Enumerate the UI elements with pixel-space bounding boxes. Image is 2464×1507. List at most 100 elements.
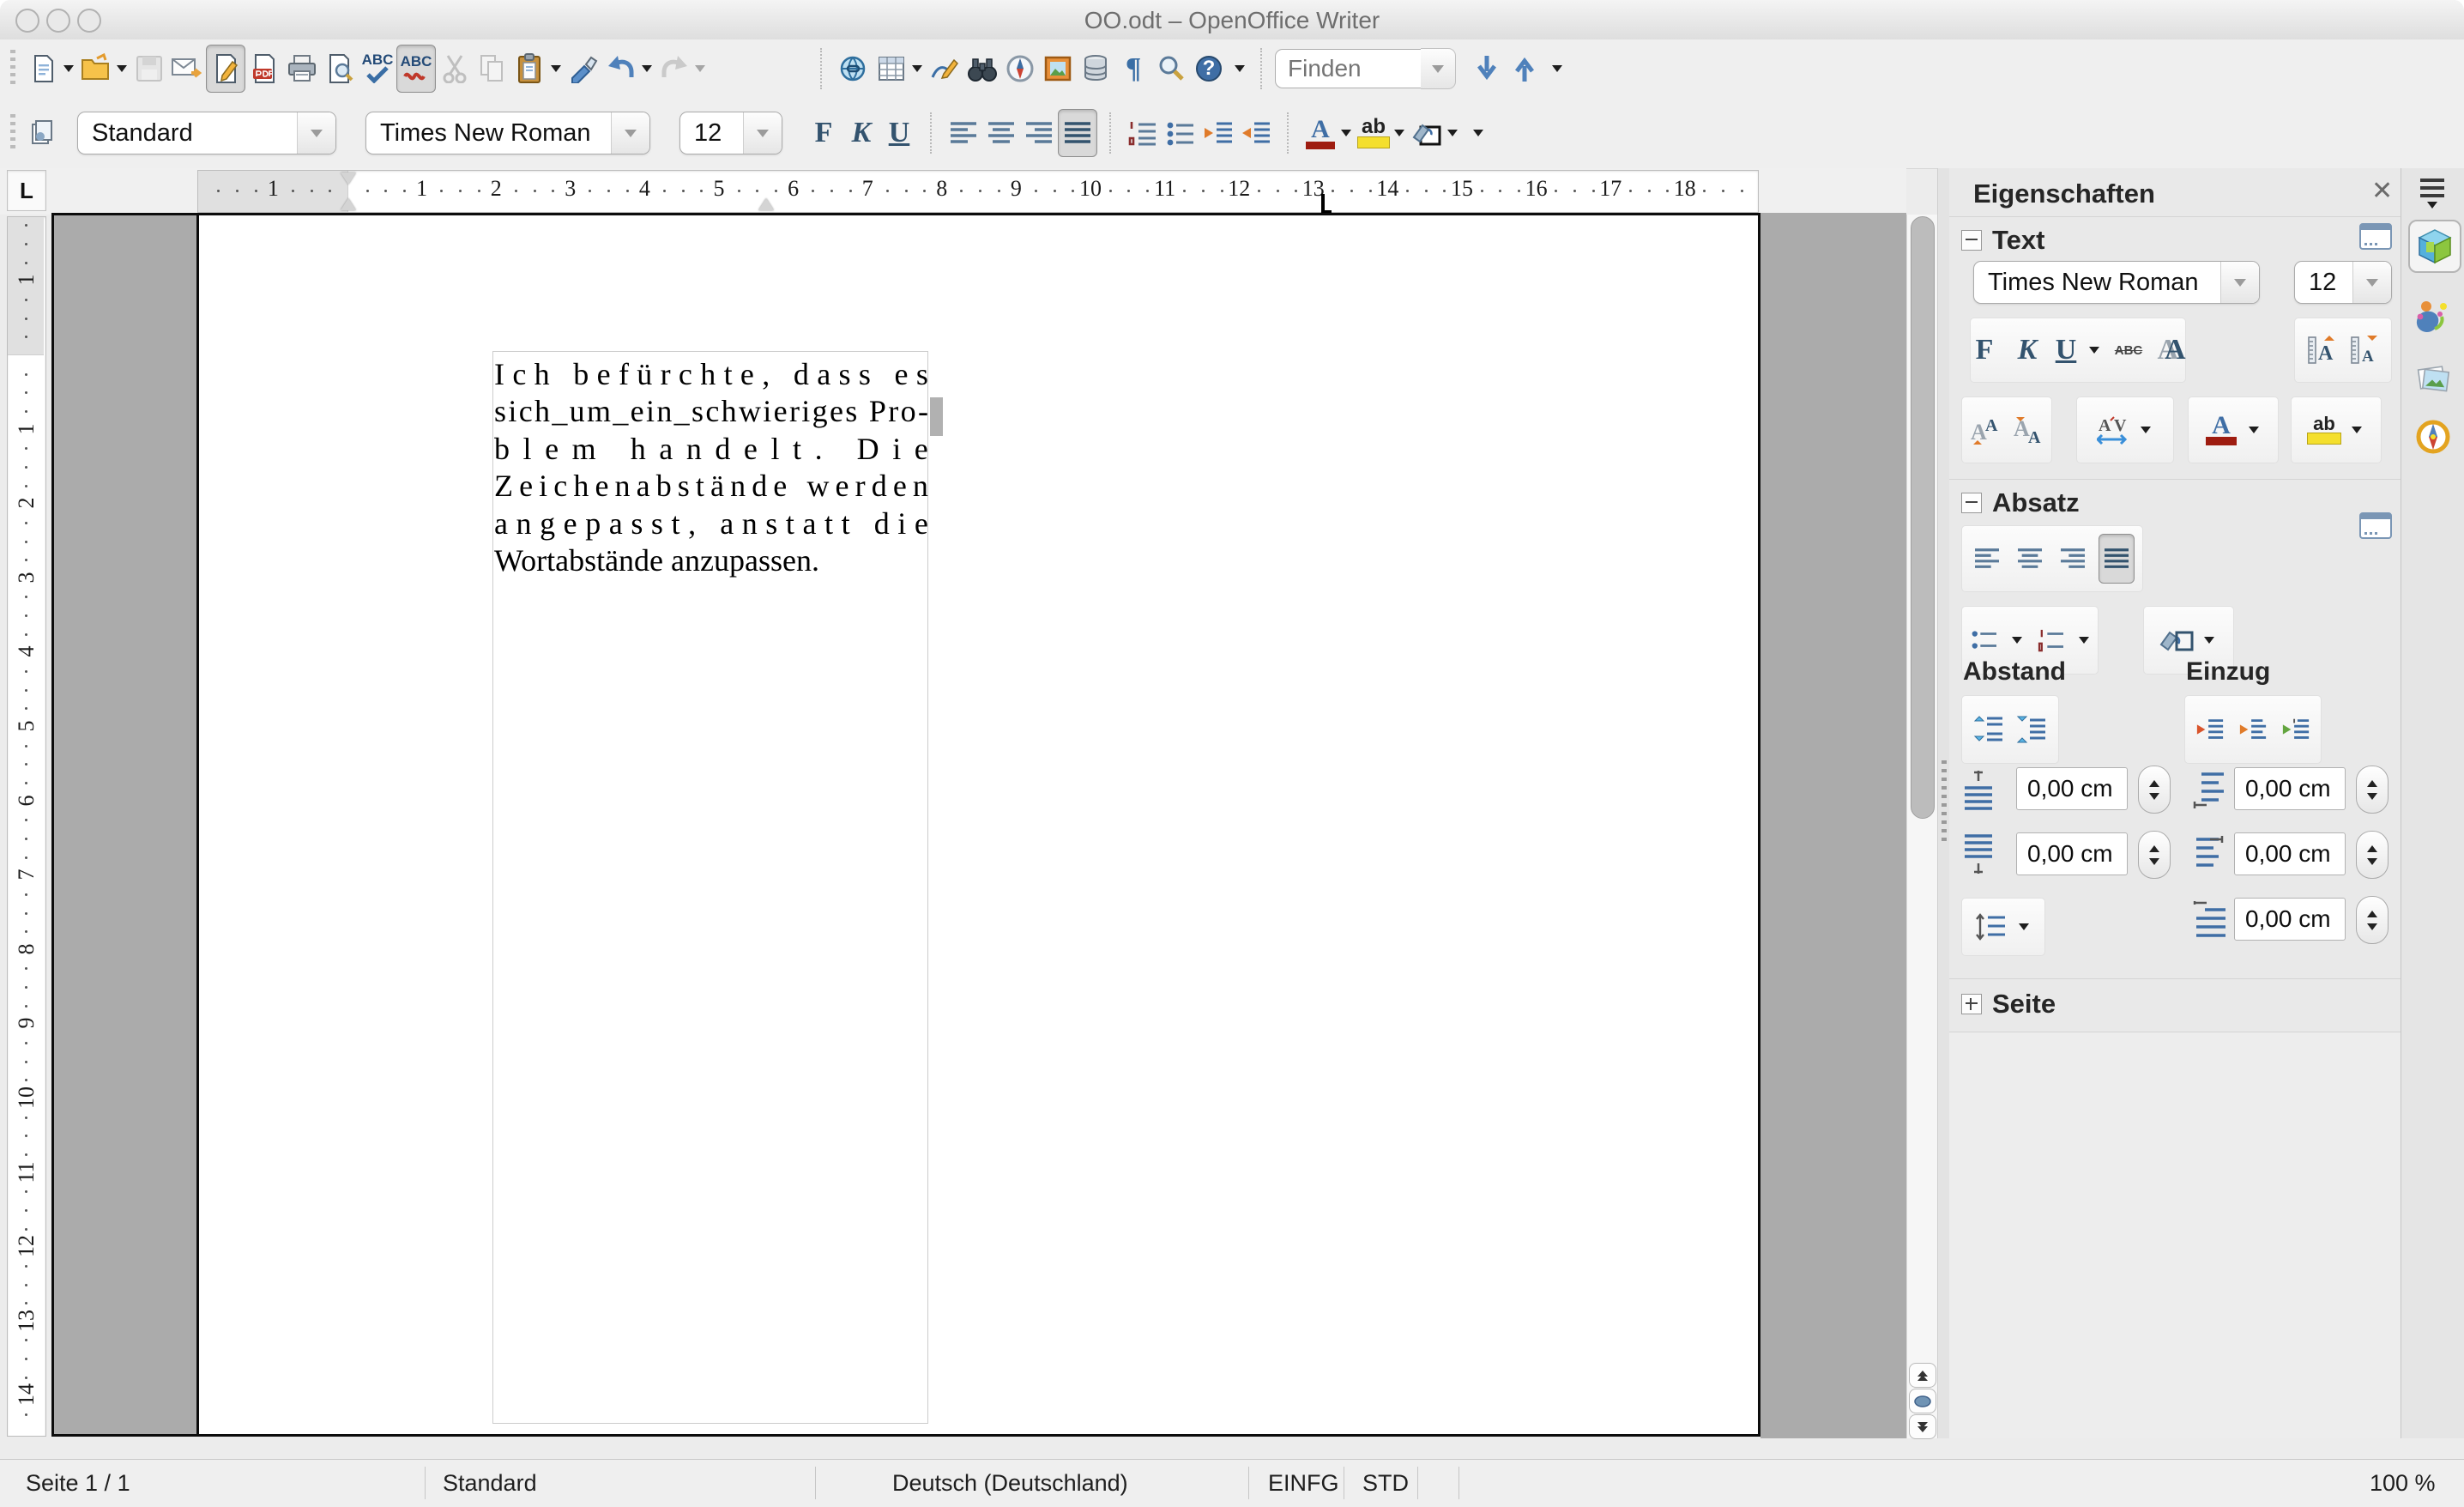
increase-spacing-button[interactable]: [1972, 705, 2006, 754]
firstline-indent-spinner[interactable]: [2356, 896, 2389, 944]
page-preview-button[interactable]: [321, 45, 359, 92]
print-button[interactable]: [283, 45, 321, 92]
paragraph-dialog-launcher-icon[interactable]: [2359, 512, 2392, 539]
font-size-dropdown[interactable]: [743, 112, 782, 154]
open-dropdown[interactable]: [117, 65, 127, 72]
copy-button[interactable]: [474, 45, 511, 92]
sidebar-align-center-button[interactable]: [2013, 535, 2047, 583]
undo-button[interactable]: [602, 45, 640, 92]
splitter-grip[interactable]: [1942, 760, 1947, 843]
collapse-icon[interactable]: [1961, 230, 1982, 251]
line-spacing-button[interactable]: [1974, 903, 2008, 951]
formatting-marks-button[interactable]: ¶: [1114, 45, 1152, 92]
data-sources-button[interactable]: [1077, 45, 1114, 92]
sidebar-font-size-dropdown[interactable]: [2352, 262, 2391, 303]
paragraph-style-combobox[interactable]: Standard: [77, 112, 336, 154]
justify-button[interactable]: [1058, 109, 1097, 157]
status-insert-mode[interactable]: EINFG: [1268, 1470, 1339, 1497]
firstline-indent-field[interactable]: 0,00 cm: [2234, 898, 2346, 941]
above-spacing-field[interactable]: 0,00 cm: [2016, 767, 2128, 810]
tab-gallery[interactable]: [2408, 354, 2458, 403]
highlighting-button[interactable]: ab: [1355, 110, 1392, 156]
tab-stop-selector[interactable]: L: [7, 170, 46, 211]
document-line[interactable]: blem handelt. Die: [494, 431, 928, 468]
status-page-style[interactable]: Standard: [443, 1470, 537, 1497]
spellcheck-button[interactable]: ABC: [359, 45, 396, 92]
navigation-button[interactable]: [1909, 1389, 1936, 1413]
insert-table-button[interactable]: [873, 45, 910, 92]
sidebar-font-color-button[interactable]: A: [2204, 406, 2238, 454]
hyperlink-button[interactable]: [835, 45, 873, 92]
left-indent-marker[interactable]: [341, 198, 356, 210]
styles-button[interactable]: [24, 110, 62, 156]
paragraph-style-dropdown[interactable]: [297, 112, 335, 154]
sidebar-splitter[interactable]: [1937, 168, 1950, 1438]
sidebar-highlighting-button[interactable]: ab: [2307, 406, 2341, 454]
redo-dropdown[interactable]: [695, 65, 705, 72]
align-left-button[interactable]: [945, 110, 982, 156]
sidebar-underline-button[interactable]: U: [2053, 326, 2079, 374]
find-next-button[interactable]: [1468, 45, 1506, 92]
export-pdf-button[interactable]: [245, 45, 283, 92]
font-name-dropdown[interactable]: [611, 112, 649, 154]
toolbar-drag-handle[interactable]: [10, 114, 15, 152]
before-indent-spinner[interactable]: [2356, 766, 2389, 814]
zoom-button[interactable]: [1152, 45, 1190, 92]
after-indent-spinner[interactable]: [2356, 831, 2389, 879]
right-indent-marker[interactable]: [758, 198, 774, 210]
sidebar-decrease-indent-button[interactable]: [2236, 705, 2270, 754]
sidebar-font-name-dropdown[interactable]: [2220, 262, 2259, 303]
draw-functions-button[interactable]: [926, 45, 963, 92]
numbered-list-button[interactable]: [1124, 110, 1162, 156]
background-color-dropdown[interactable]: [1447, 130, 1458, 136]
increase-indent-button[interactable]: [1237, 110, 1275, 156]
sidebar-align-right-button[interactable]: [2056, 535, 2090, 583]
increase-font-size-button[interactable]: A: [2304, 326, 2339, 374]
first-line-indent-marker[interactable]: [341, 172, 356, 185]
decrease-spacing-button[interactable]: [2014, 705, 2049, 754]
new-document-button[interactable]: [24, 45, 62, 92]
format-paintbrush-button[interactable]: [565, 45, 602, 92]
font-color-dropdown[interactable]: [1341, 130, 1351, 136]
edit-file-button[interactable]: [206, 45, 245, 93]
vertical-ruler[interactable]: 1 1 2 3 4 5 6 7 8 9 10 11 12 13 14: [7, 216, 46, 1437]
line-spacing-dropdown[interactable]: [2019, 923, 2029, 930]
cut-button[interactable]: [436, 45, 474, 92]
help-button[interactable]: ?: [1190, 45, 1228, 92]
superscript-button[interactable]: AA: [1968, 406, 2002, 454]
italic-button[interactable]: K: [842, 110, 880, 156]
paragraph-background-dropdown[interactable]: [2204, 637, 2214, 644]
page-section-header[interactable]: Seite: [1961, 989, 2056, 1020]
background-color-button[interactable]: [1408, 110, 1446, 156]
vertical-scrollbar[interactable]: [1906, 215, 1938, 1439]
find-history-dropdown[interactable]: [1421, 48, 1456, 89]
paste-button[interactable]: [511, 45, 549, 92]
bullet-list-dropdown[interactable]: [2012, 637, 2022, 644]
document-line[interactable]: Ich befürchte, dass es: [494, 356, 928, 393]
paragraph-section-header[interactable]: Absatz: [1961, 487, 2080, 518]
paragraph-text[interactable]: Ich befürchte, dass e s s i c h _ u m _ e i n _ s c h w i e…: [494, 356, 928, 579]
find-input[interactable]: [1275, 49, 1429, 88]
email-document-button[interactable]: [168, 45, 206, 92]
after-indent-field[interactable]: 0,00 cm: [2234, 832, 2346, 875]
open-button[interactable]: [77, 45, 115, 92]
font-size-combobox[interactable]: 12: [679, 112, 782, 154]
underline-dropdown[interactable]: [2089, 347, 2099, 354]
toolbar-overflow-dropdown[interactable]: [1235, 65, 1245, 72]
status-page-number[interactable]: Seite 1 / 1: [26, 1470, 130, 1497]
before-indent-field[interactable]: 0,00 cm: [2234, 767, 2346, 810]
above-spacing-spinner[interactable]: [2138, 766, 2171, 814]
shadow-button[interactable]: A A: [2154, 326, 2189, 374]
sidebar-close-button[interactable]: ✕: [2371, 179, 2393, 204]
find-toolbar-overflow[interactable]: [1552, 65, 1562, 72]
status-language[interactable]: Deutsch (Deutschland): [892, 1470, 1128, 1497]
sidebar-menu-icon[interactable]: [2420, 179, 2444, 209]
find-replace-button[interactable]: [963, 45, 1001, 92]
horizontal-ruler[interactable]: 1 1 2 3 4 5 6 7 8 9 10 11 12 13 14 15 16 17 18: [197, 170, 1759, 213]
auto-spellcheck-button[interactable]: ABC: [396, 45, 436, 93]
decrease-indent-button[interactable]: [1199, 110, 1237, 156]
paste-dropdown[interactable]: [551, 65, 561, 72]
text-section-header[interactable]: Text: [1961, 225, 2044, 256]
status-selection-mode[interactable]: STD: [1362, 1470, 1409, 1497]
decrease-font-size-button[interactable]: A: [2347, 326, 2382, 374]
